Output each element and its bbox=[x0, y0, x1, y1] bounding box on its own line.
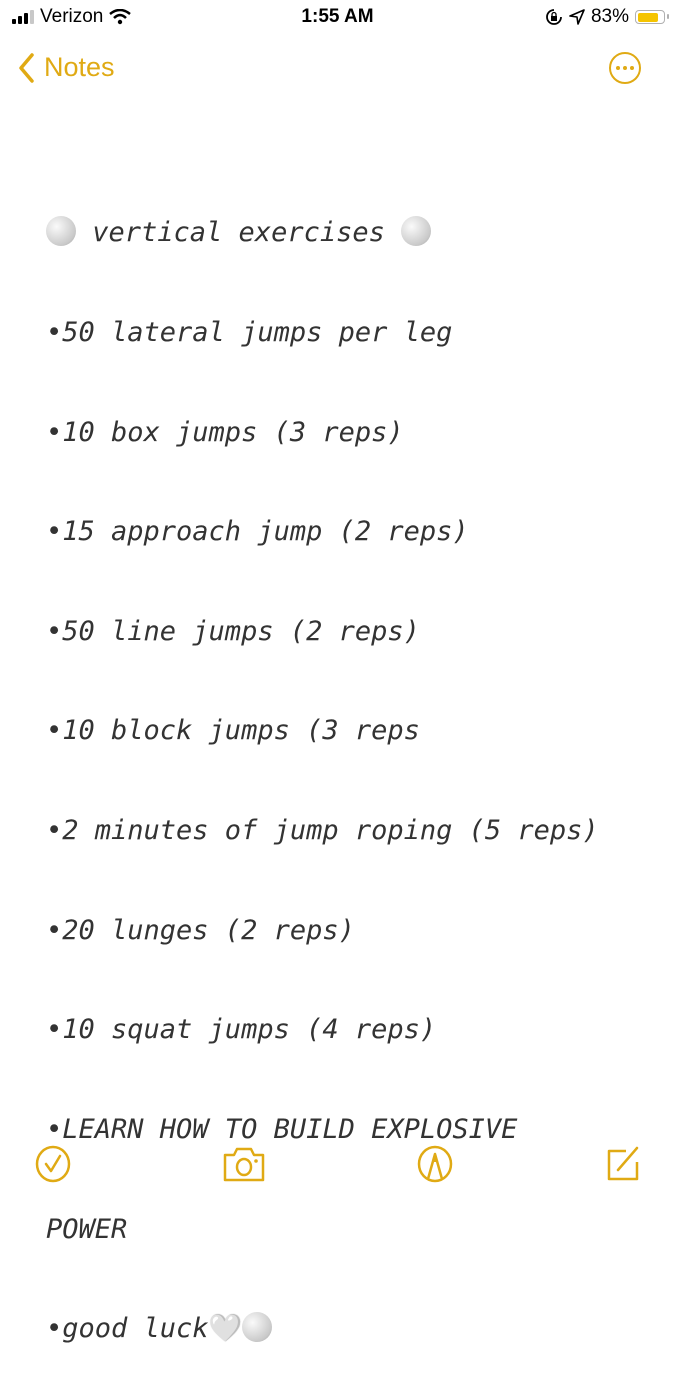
white-heart-icon: 🤍 bbox=[208, 1313, 243, 1345]
back-label: Notes bbox=[44, 52, 115, 82]
note-title-text: vertical exercises bbox=[76, 217, 402, 249]
volleyball-icon bbox=[242, 1312, 273, 1343]
location-arrow-icon bbox=[569, 9, 585, 25]
battery-percent: 83% bbox=[590, 6, 629, 27]
chevron-left-icon bbox=[19, 52, 34, 83]
note-line: •50 line jumps (2 reps) bbox=[46, 615, 420, 647]
note-closing: •good luck🤍 bbox=[46, 1312, 666, 1345]
battery-icon bbox=[635, 10, 669, 24]
camera-icon[interactable] bbox=[222, 1145, 266, 1183]
note-line: POWER bbox=[46, 1213, 128, 1245]
back-button[interactable]: Notes bbox=[18, 52, 115, 83]
dot bbox=[630, 66, 634, 70]
dot bbox=[623, 66, 627, 70]
closing-text: •good luck bbox=[46, 1313, 209, 1345]
volleyball-icon bbox=[46, 216, 76, 247]
more-options-button[interactable] bbox=[609, 52, 641, 84]
markup-icon[interactable] bbox=[416, 1145, 454, 1183]
note-line: •20 lunges (2 reps) bbox=[46, 914, 355, 946]
note-line: •2 minutes of jump roping (5 reps) bbox=[46, 815, 599, 847]
dot bbox=[616, 66, 620, 70]
note-line: •15 approach jump (2 reps) bbox=[46, 516, 469, 548]
orientation-lock-icon bbox=[546, 9, 562, 25]
status-bar: Verizon 1:55 AM 83% bbox=[0, 0, 675, 34]
volleyball-icon bbox=[401, 216, 432, 247]
note-title: vertical exercises bbox=[46, 216, 666, 249]
note-line: •50 lateral jumps per leg bbox=[46, 317, 453, 349]
checklist-icon[interactable] bbox=[34, 1145, 72, 1183]
bottom-toolbar bbox=[0, 1120, 675, 1200]
note-line: •10 block jumps (3 reps bbox=[46, 715, 420, 747]
nav-bar: Notes bbox=[0, 46, 675, 92]
compose-icon[interactable] bbox=[604, 1145, 642, 1183]
note-line: •10 squat jumps (4 reps) bbox=[46, 1014, 437, 1046]
note-line: •10 box jumps (3 reps) bbox=[46, 416, 404, 448]
